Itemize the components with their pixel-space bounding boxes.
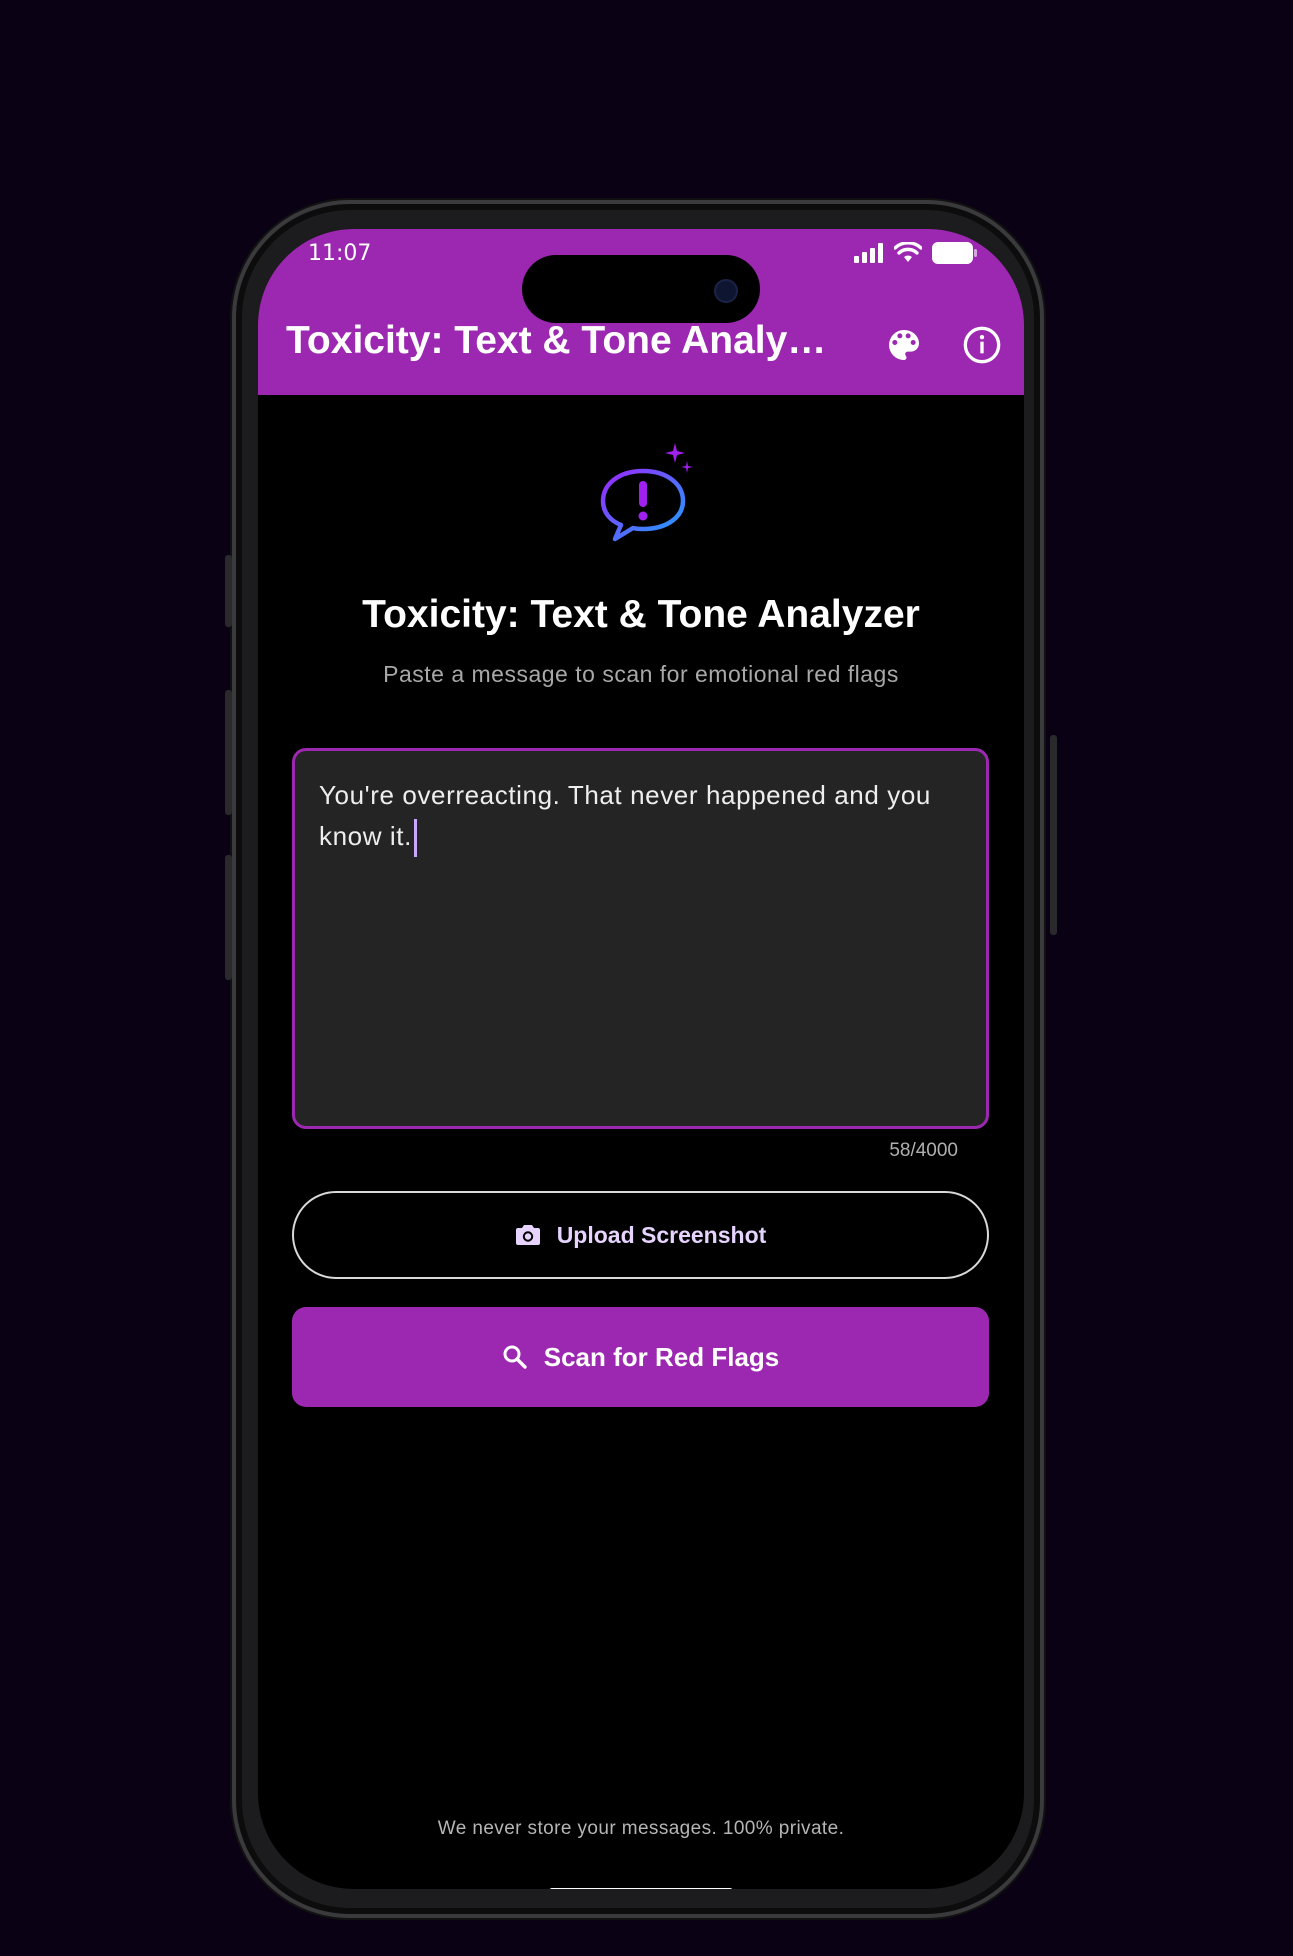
battery-icon — [932, 242, 977, 264]
palette-icon[interactable] — [884, 325, 924, 365]
app-bar: 11:07 Toxicity: Text & Tone Analyz... — [258, 229, 1024, 395]
status-time: 11:07 — [308, 241, 372, 266]
power-button — [1050, 735, 1057, 935]
camera-lens-icon — [714, 279, 738, 303]
info-icon[interactable] — [962, 325, 1002, 365]
search-icon — [503, 1345, 527, 1369]
dynamic-island — [522, 255, 760, 323]
page-subtitle: Paste a message to scan for emotional re… — [383, 661, 899, 687]
upload-screenshot-label: Upload Screenshot — [556, 1221, 767, 1248]
volume-up-button — [225, 690, 232, 815]
message-input[interactable]: You're overreacting. That never happened… — [292, 748, 989, 1129]
scan-red-flags-label: Scan for Red Flags — [543, 1341, 780, 1372]
wifi-icon — [894, 242, 922, 262]
status-icons — [854, 242, 978, 264]
scan-red-flags-button[interactable]: Scan for Red Flags — [292, 1307, 989, 1407]
privacy-note: We never store your messages. 100% priva… — [437, 1818, 845, 1839]
page-title: Toxicity: Text & Tone Analyzer — [362, 593, 920, 636]
app-screen: 11:07 Toxicity: Text & Tone Analyz... To… — [258, 229, 1024, 1889]
silent-switch — [225, 555, 232, 627]
upload-screenshot-button[interactable]: Upload Screenshot — [292, 1191, 989, 1279]
text-caret — [413, 819, 417, 858]
app-bar-title: Toxicity: Text & Tone Analyz... — [286, 319, 836, 362]
home-indicator[interactable] — [549, 1888, 733, 1889]
message-input-value: You're overreacting. That never happened… — [319, 780, 931, 851]
camera-icon — [515, 1225, 540, 1245]
signal-icon — [854, 243, 883, 263]
character-counter: 58/4000 — [889, 1140, 958, 1161]
volume-down-button — [225, 855, 232, 980]
speech-bubble-exclamation-icon — [600, 443, 693, 542]
